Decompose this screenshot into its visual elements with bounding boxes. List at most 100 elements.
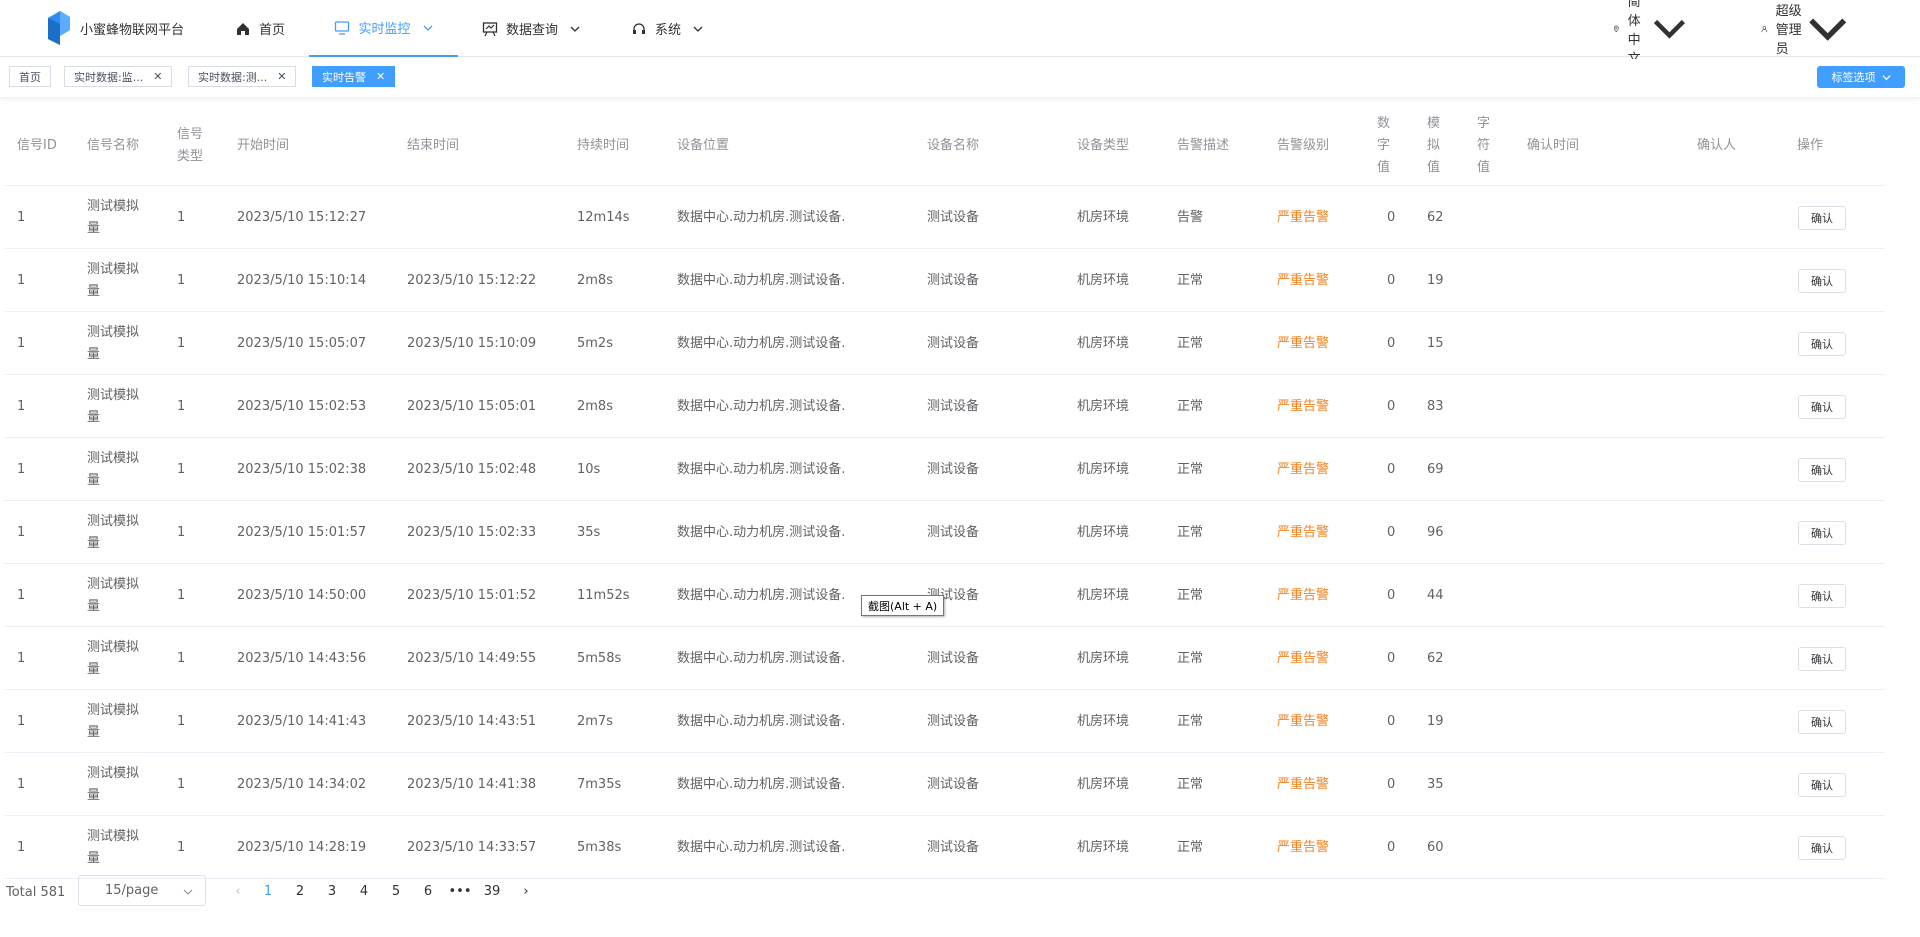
cell-analog: 19 [1427, 272, 1444, 288]
col-analog-value: 模 拟 值 [1427, 106, 1440, 186]
col-string-value: 字 符 值 [1477, 106, 1490, 186]
confirm-button[interactable]: 确认 [1798, 395, 1846, 419]
cell-level: 严重告警 [1277, 461, 1330, 477]
cell-type: 1 [177, 209, 186, 225]
chevron-down-icon [1881, 74, 1891, 80]
confirm-button[interactable]: 确认 [1798, 458, 1846, 482]
top-navbar: 小蜜蜂物联网平台 首页 实时监控 数据查询 系统 简体中文 超级管理员 [0, 0, 1920, 67]
confirm-button[interactable]: 确认 [1798, 836, 1846, 860]
pager-page-button[interactable]: 3 [318, 876, 346, 906]
col-device-name: 设备名称 [927, 138, 980, 153]
cell-analog: 69 [1427, 461, 1444, 477]
col-string-line: 符 [1477, 138, 1491, 153]
cell-signal-name: 测试模拟量 [87, 690, 139, 753]
col-string-line: 值 [1477, 160, 1491, 175]
cell-signal-name-line: 量 [87, 409, 101, 425]
cell-signal-name-line: 测试模拟 [87, 450, 140, 466]
cell-duration: 7m35s [577, 776, 622, 792]
confirm-button[interactable]: 确认 [1798, 710, 1846, 734]
cell-signal-name-line: 测试模拟 [87, 261, 140, 277]
col-confirm-time: 确认时间 [1527, 138, 1580, 153]
cell-desc: 正常 [1177, 398, 1204, 414]
user-menu[interactable]: 超级管理员 [1761, 0, 1848, 57]
tag-realtime-data-2[interactable]: 实时数据:测... ✕ [188, 66, 297, 87]
col-alarm-desc: 告警描述 [1177, 138, 1230, 153]
cell-analog: 96 [1427, 524, 1444, 540]
table-row: 测试模拟量 1 1 2023/5/10 15:10:14 2023/5/10 15:12… [5, 249, 1885, 312]
pager-page-button[interactable]: 4 [350, 876, 378, 906]
cell-desc: 正常 [1177, 272, 1204, 288]
table-row: 测试模拟量 1 1 2023/5/10 14:34:02 2023/5/10 14:41… [5, 753, 1885, 816]
cell-duration: 11m52s [577, 587, 630, 603]
cell-signal-name-line: 测试模拟 [87, 702, 140, 718]
nav-home[interactable]: 首页 [235, 0, 285, 57]
cell-start: 2023/5/10 14:34:02 [237, 776, 367, 792]
cell-location: 数据中心.动力机房.测试设备. [677, 461, 846, 477]
cell-signal-name-line: 量 [87, 598, 101, 614]
pager-page-button[interactable]: 6 [414, 876, 442, 906]
cell-level: 严重告警 [1277, 272, 1330, 288]
cell-id: 1 [17, 650, 26, 666]
cell-signal-name: 测试模拟量 [87, 312, 139, 375]
tag-realtime-alarm[interactable]: 实时告警 ✕ [312, 66, 396, 87]
col-device-type: 设备类型 [1077, 138, 1130, 153]
cell-location: 数据中心.动力机房.测试设备. [677, 776, 846, 792]
pager-more-button[interactable]: ••• [446, 876, 474, 906]
confirm-button[interactable]: 确认 [1798, 521, 1846, 545]
col-signal-type-line: 信号 [177, 127, 204, 142]
confirm-button[interactable]: 确认 [1798, 773, 1846, 797]
col-signal-id: 信号ID [17, 138, 57, 153]
cell-signal-name-line: 量 [87, 850, 101, 866]
cell-duration: 2m8s [577, 398, 613, 414]
screenshot-tooltip: 截图(Alt + A) [861, 595, 945, 616]
pager-page-button[interactable]: 5 [382, 876, 410, 906]
cell-duration: 10s [577, 461, 601, 477]
close-icon[interactable]: ✕ [277, 70, 286, 83]
cell-start: 2023/5/10 14:50:00 [237, 587, 367, 603]
cell-device: 测试设备 [927, 713, 980, 729]
pager-page-button[interactable]: 1 [254, 876, 282, 906]
confirm-button[interactable]: 确认 [1798, 269, 1846, 293]
close-icon[interactable]: ✕ [376, 70, 385, 83]
col-alarm-level: 告警级别 [1277, 138, 1330, 153]
pager-page-button[interactable]: 2 [286, 876, 314, 906]
cell-start: 2023/5/10 15:12:27 [237, 209, 367, 225]
cell-signal-name-line: 量 [87, 535, 101, 551]
home-icon [237, 22, 249, 35]
confirm-button[interactable]: 确认 [1798, 584, 1846, 608]
cell-dtype: 机房环境 [1077, 587, 1130, 603]
nav-query[interactable]: 数据查询 [482, 0, 580, 57]
cell-start: 2023/5/10 15:05:07 [237, 335, 367, 351]
cell-signal-name: 测试模拟量 [87, 627, 139, 690]
cell-end: 2023/5/10 15:02:33 [407, 524, 537, 540]
confirm-button[interactable]: 确认 [1798, 647, 1846, 671]
cell-id: 1 [17, 209, 26, 225]
cell-start: 2023/5/10 15:10:14 [237, 272, 367, 288]
cell-end: 2023/5/10 15:01:52 [407, 587, 537, 603]
cell-id: 1 [17, 839, 26, 855]
tag-realtime-data-1[interactable]: 实时数据:监... ✕ [64, 66, 173, 87]
cell-dtype: 机房环境 [1077, 524, 1130, 540]
cell-digital: 0 [1387, 461, 1396, 477]
nav-monitor[interactable]: 实时监控 [309, 0, 458, 57]
next-page-button[interactable]: › [512, 876, 540, 906]
nav-system[interactable]: 系统 [631, 0, 703, 57]
cell-digital: 0 [1387, 398, 1396, 414]
cell-dtype: 机房环境 [1077, 650, 1130, 666]
cell-analog: 60 [1427, 839, 1444, 855]
close-icon[interactable]: ✕ [153, 70, 162, 83]
pager-page-button[interactable]: 39 [478, 876, 506, 906]
cell-digital: 0 [1387, 587, 1396, 603]
prev-page-button[interactable]: ‹ [224, 876, 252, 906]
table-row: 测试模拟量 1 1 2023/5/10 14:28:19 2023/5/10 14:33… [5, 816, 1885, 879]
page-size-select[interactable]: 15/page [78, 875, 206, 906]
tag-home[interactable]: 首页 [9, 66, 51, 87]
cell-signal-name-line: 量 [87, 220, 101, 236]
confirm-button[interactable]: 确认 [1798, 332, 1846, 356]
cell-id: 1 [17, 398, 26, 414]
tag-options-button[interactable]: 标签选项 [1817, 66, 1905, 88]
cell-type: 1 [177, 398, 186, 414]
cell-location: 数据中心.动力机房.测试设备. [677, 524, 846, 540]
confirm-button[interactable]: 确认 [1798, 206, 1846, 230]
language-select[interactable]: 简体中文 [1613, 0, 1687, 67]
